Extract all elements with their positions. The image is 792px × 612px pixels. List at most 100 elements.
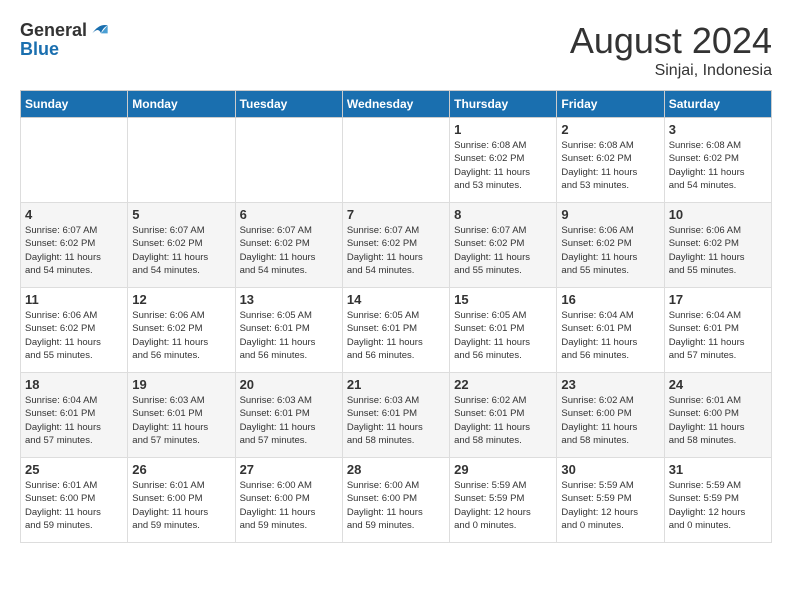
calendar-cell: 3 Sunrise: 6:08 AM Sunset: 6:02 PM Daylig… xyxy=(664,118,771,203)
calendar-cell: 20 Sunrise: 6:03 AM Sunset: 6:01 PM Dayli… xyxy=(235,373,342,458)
day-number: 25 xyxy=(25,462,123,477)
day-number: 13 xyxy=(240,292,338,307)
day-number: 22 xyxy=(454,377,552,392)
day-number: 26 xyxy=(132,462,230,477)
day-number: 27 xyxy=(240,462,338,477)
week-row-5: 25 Sunrise: 6:01 AM Sunset: 6:00 PM Dayli… xyxy=(21,458,772,543)
day-number: 14 xyxy=(347,292,445,307)
day-number: 6 xyxy=(240,207,338,222)
calendar-cell: 17Sunrise: 6:04 AM Sunset: 6:01 PM Dayli… xyxy=(664,288,771,373)
calendar-cell: 7 Sunrise: 6:07 AM Sunset: 6:02 PM Daylig… xyxy=(342,203,449,288)
header-thursday: Thursday xyxy=(450,91,557,118)
day-number: 21 xyxy=(347,377,445,392)
day-number: 24 xyxy=(669,377,767,392)
calendar-cell: 29 Sunrise: 5:59 AM Sunset: 5:59 PM Dayli… xyxy=(450,458,557,543)
calendar-cell: 2 Sunrise: 6:08 AM Sunset: 6:02 PM Daylig… xyxy=(557,118,664,203)
calendar-cell xyxy=(21,118,128,203)
calendar-cell: 19Sunrise: 6:03 AM Sunset: 6:01 PM Dayli… xyxy=(128,373,235,458)
day-number: 16 xyxy=(561,292,659,307)
calendar-table: SundayMondayTuesdayWednesdayThursdayFrid… xyxy=(20,90,772,543)
day-number: 28 xyxy=(347,462,445,477)
title-block: August 2024 Sinjai, Indonesia xyxy=(570,20,772,80)
calendar-cell: 14 Sunrise: 6:05 AM Sunset: 6:01 PM Dayli… xyxy=(342,288,449,373)
page-header: General Blue August 2024 Sinjai, Indones… xyxy=(20,20,772,80)
day-number: 18 xyxy=(25,377,123,392)
day-number: 20 xyxy=(240,377,338,392)
calendar-cell: 6 Sunrise: 6:07 AM Sunset: 6:02 PM Daylig… xyxy=(235,203,342,288)
cell-info: Sunrise: 6:06 AM Sunset: 6:02 PM Dayligh… xyxy=(132,309,230,362)
cell-info: Sunrise: 6:08 AM Sunset: 6:02 PM Dayligh… xyxy=(561,139,659,192)
cell-info: Sunrise: 6:01 AM Sunset: 6:00 PM Dayligh… xyxy=(25,479,123,532)
cell-info: Sunrise: 6:04 AM Sunset: 6:01 PM Dayligh… xyxy=(25,394,123,447)
cell-info: Sunrise: 6:00 AM Sunset: 6:00 PM Dayligh… xyxy=(240,479,338,532)
calendar-cell xyxy=(342,118,449,203)
calendar-cell: 31 Sunrise: 5:59 AM Sunset: 5:59 PM Dayli… xyxy=(664,458,771,543)
cell-info: Sunrise: 6:05 AM Sunset: 6:01 PM Dayligh… xyxy=(347,309,445,362)
cell-info: Sunrise: 6:03 AM Sunset: 6:01 PM Dayligh… xyxy=(240,394,338,447)
day-number: 10 xyxy=(669,207,767,222)
cell-info: Sunrise: 6:01 AM Sunset: 6:00 PM Dayligh… xyxy=(669,394,767,447)
calendar-cell: 16 Sunrise: 6:04 AM Sunset: 6:01 PM Dayli… xyxy=(557,288,664,373)
day-number: 17 xyxy=(669,292,767,307)
cell-info: Sunrise: 6:00 AM Sunset: 6:00 PM Dayligh… xyxy=(347,479,445,532)
calendar-cell: 18 Sunrise: 6:04 AM Sunset: 6:01 PM Dayli… xyxy=(21,373,128,458)
calendar-cell xyxy=(235,118,342,203)
calendar-cell: 25 Sunrise: 6:01 AM Sunset: 6:00 PM Dayli… xyxy=(21,458,128,543)
calendar-cell: 10 Sunrise: 6:06 AM Sunset: 6:02 PM Dayli… xyxy=(664,203,771,288)
day-number: 15 xyxy=(454,292,552,307)
cell-info: Sunrise: 6:06 AM Sunset: 6:02 PM Dayligh… xyxy=(669,224,767,277)
calendar-cell: 4Sunrise: 6:07 AM Sunset: 6:02 PM Daylig… xyxy=(21,203,128,288)
calendar-cell: 28 Sunrise: 6:00 AM Sunset: 6:00 PM Dayli… xyxy=(342,458,449,543)
day-number: 2 xyxy=(561,122,659,137)
day-number: 8 xyxy=(454,207,552,222)
cell-info: Sunrise: 6:04 AM Sunset: 6:01 PM Dayligh… xyxy=(561,309,659,362)
cell-info: Sunrise: 6:06 AM Sunset: 6:02 PM Dayligh… xyxy=(25,309,123,362)
day-number: 30 xyxy=(561,462,659,477)
cell-info: Sunrise: 5:59 AM Sunset: 5:59 PM Dayligh… xyxy=(561,479,659,532)
calendar-cell: 11Sunrise: 6:06 AM Sunset: 6:02 PM Dayli… xyxy=(21,288,128,373)
calendar-cell: 26 Sunrise: 6:01 AM Sunset: 6:00 PM Dayli… xyxy=(128,458,235,543)
cell-info: Sunrise: 6:07 AM Sunset: 6:02 PM Dayligh… xyxy=(132,224,230,277)
calendar-cell xyxy=(128,118,235,203)
calendar-cell: 13 Sunrise: 6:05 AM Sunset: 6:01 PM Dayli… xyxy=(235,288,342,373)
cell-info: Sunrise: 6:08 AM Sunset: 6:02 PM Dayligh… xyxy=(454,139,552,192)
calendar-cell: 22Sunrise: 6:02 AM Sunset: 6:01 PM Dayli… xyxy=(450,373,557,458)
day-number: 3 xyxy=(669,122,767,137)
header-friday: Friday xyxy=(557,91,664,118)
calendar-cell: 12Sunrise: 6:06 AM Sunset: 6:02 PM Dayli… xyxy=(128,288,235,373)
location-subtitle: Sinjai, Indonesia xyxy=(570,62,772,80)
day-number: 29 xyxy=(454,462,552,477)
calendar-cell: 23 Sunrise: 6:02 AM Sunset: 6:00 PM Dayli… xyxy=(557,373,664,458)
header-wednesday: Wednesday xyxy=(342,91,449,118)
cell-info: Sunrise: 5:59 AM Sunset: 5:59 PM Dayligh… xyxy=(454,479,552,532)
cell-info: Sunrise: 6:05 AM Sunset: 6:01 PM Dayligh… xyxy=(240,309,338,362)
day-number: 5 xyxy=(132,207,230,222)
day-number: 31 xyxy=(669,462,767,477)
cell-info: Sunrise: 6:07 AM Sunset: 6:02 PM Dayligh… xyxy=(454,224,552,277)
cell-info: Sunrise: 6:01 AM Sunset: 6:00 PM Dayligh… xyxy=(132,479,230,532)
calendar-cell: 27 Sunrise: 6:00 AM Sunset: 6:00 PM Dayli… xyxy=(235,458,342,543)
calendar-cell: 9 Sunrise: 6:06 AM Sunset: 6:02 PM Daylig… xyxy=(557,203,664,288)
cell-info: Sunrise: 6:08 AM Sunset: 6:02 PM Dayligh… xyxy=(669,139,767,192)
calendar-header-row: SundayMondayTuesdayWednesdayThursdayFrid… xyxy=(21,91,772,118)
logo-blue: Blue xyxy=(20,40,109,58)
month-year-title: August 2024 xyxy=(570,20,772,62)
week-row-2: 4Sunrise: 6:07 AM Sunset: 6:02 PM Daylig… xyxy=(21,203,772,288)
calendar-cell: 24 Sunrise: 6:01 AM Sunset: 6:00 PM Dayli… xyxy=(664,373,771,458)
cell-info: Sunrise: 6:05 AM Sunset: 6:01 PM Dayligh… xyxy=(454,309,552,362)
cell-info: Sunrise: 6:07 AM Sunset: 6:02 PM Dayligh… xyxy=(25,224,123,277)
cell-info: Sunrise: 6:07 AM Sunset: 6:02 PM Dayligh… xyxy=(347,224,445,277)
day-number: 9 xyxy=(561,207,659,222)
cell-info: Sunrise: 6:06 AM Sunset: 6:02 PM Dayligh… xyxy=(561,224,659,277)
header-sunday: Sunday xyxy=(21,91,128,118)
header-tuesday: Tuesday xyxy=(235,91,342,118)
day-number: 1 xyxy=(454,122,552,137)
cell-info: Sunrise: 6:07 AM Sunset: 6:02 PM Dayligh… xyxy=(240,224,338,277)
day-number: 23 xyxy=(561,377,659,392)
cell-info: Sunrise: 5:59 AM Sunset: 5:59 PM Dayligh… xyxy=(669,479,767,532)
calendar-cell: 1 Sunrise: 6:08 AM Sunset: 6:02 PM Daylig… xyxy=(450,118,557,203)
day-number: 7 xyxy=(347,207,445,222)
cell-info: Sunrise: 6:02 AM Sunset: 6:00 PM Dayligh… xyxy=(561,394,659,447)
calendar-cell: 30 Sunrise: 5:59 AM Sunset: 5:59 PM Dayli… xyxy=(557,458,664,543)
cell-info: Sunrise: 6:03 AM Sunset: 6:01 PM Dayligh… xyxy=(347,394,445,447)
